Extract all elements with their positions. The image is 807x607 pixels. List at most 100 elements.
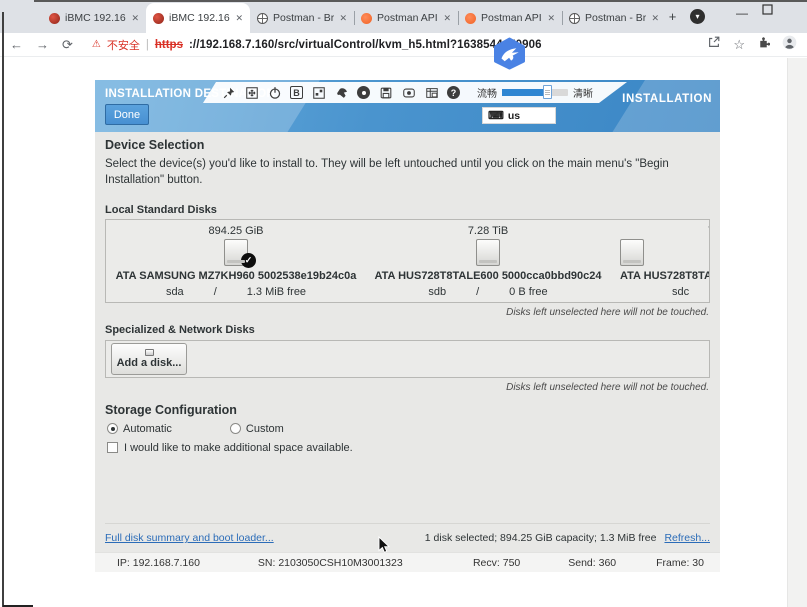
disk-free: 1.3 MiB free: [247, 286, 306, 298]
kvm-toolbar: B: [203, 82, 627, 103]
power-icon[interactable]: [267, 85, 282, 100]
tab-postman-browse-2[interactable]: Postman - Browse ✕: [562, 3, 666, 33]
window-maximize-button[interactable]: [762, 4, 773, 18]
tab-postman-api-2[interactable]: Postman API Platfo ✕: [458, 3, 562, 33]
disk-dev: sdb: [428, 286, 446, 298]
done-button[interactable]: Done: [105, 104, 149, 125]
virtual-cd-icon[interactable]: [357, 86, 370, 99]
device-selection-description: Select the device(s) you'd like to insta…: [105, 157, 703, 189]
back-icon[interactable]: ←: [10, 38, 23, 51]
tab-postman-api-1[interactable]: Postman API Platfo ✕: [354, 3, 458, 33]
tab-label: iBMC 192.168.7.16: [169, 12, 230, 24]
tab-label: Postman API Platfo: [481, 12, 542, 24]
refresh-link[interactable]: Refresh...: [664, 532, 710, 544]
add-disk-label: Add a disk...: [117, 357, 182, 369]
new-tab-button[interactable]: +: [664, 8, 681, 25]
keyboard-b-icon[interactable]: B: [290, 86, 303, 99]
disk-slash: /: [476, 286, 479, 298]
checkbox-icon[interactable]: [107, 442, 118, 453]
disk-name: ATA HUS728T8TALE600 5000cca0bbd90c24: [374, 270, 601, 282]
browser-address-bar: ← → ⟳ ⚠ 不安全 | https://192.168.7.160/src/…: [0, 33, 807, 57]
storage-config-options: Automatic Custom: [107, 423, 710, 435]
disk-free: 0 B free: [509, 286, 548, 298]
security-warning-icon: ⚠: [92, 39, 101, 50]
url-separator: |: [146, 39, 149, 51]
tab-close-icon[interactable]: ✕: [339, 13, 347, 24]
security-warning-label[interactable]: 不安全: [107, 37, 140, 53]
extensions-puzzle-icon[interactable]: [757, 36, 770, 54]
add-disk-icon: [145, 349, 154, 356]
tab-close-icon[interactable]: ✕: [443, 13, 451, 24]
quality-slider-group: 流畅 清晰: [477, 85, 593, 100]
quality-slider[interactable]: [502, 89, 568, 96]
record-icon[interactable]: [401, 85, 416, 100]
tab-close-icon[interactable]: ✕: [131, 13, 139, 24]
selected-check-icon: ✓: [241, 253, 256, 268]
radio-custom[interactable]: Custom: [230, 423, 284, 435]
quality-sharp-label: 清晰: [573, 85, 593, 100]
help-icon[interactable]: ?: [447, 86, 460, 99]
url-text: ://192.168.7.160/src/virtualControl/kvm_…: [189, 39, 542, 51]
window-top-border: [34, 0, 807, 2]
profile-avatar-icon[interactable]: [782, 35, 797, 55]
postman-favicon: [465, 13, 476, 24]
tab-close-icon[interactable]: ✕: [547, 13, 555, 24]
full-disk-summary-link[interactable]: Full disk summary and boot loader...: [105, 532, 274, 544]
mouse-cursor: [378, 536, 391, 559]
tab-postman-browse-1[interactable]: Postman - Browse ✕: [250, 3, 354, 33]
window-left-border: [2, 12, 4, 607]
installer-content: Device Selection Select the device(s) yo…: [95, 132, 720, 552]
floppy-save-icon[interactable]: [378, 85, 393, 100]
radio-custom-label: Custom: [246, 423, 284, 435]
disk-capacity: 7.28 TiB: [468, 225, 508, 237]
specialized-disks-label: Specialized & Network Disks: [105, 324, 710, 336]
tab-label: Postman - Browse: [585, 12, 646, 24]
tab-search-icon[interactable]: ▾: [690, 9, 705, 24]
disk-item-sdc[interactable]: 7 ATA HUS728T8TAL sdc: [614, 225, 710, 302]
share-icon[interactable]: [707, 35, 721, 54]
thunder-bird-logo[interactable]: [491, 37, 528, 75]
unselected-disks-note: Disks left unselected here will not be t…: [105, 307, 709, 318]
selection-summary: 1 disk selected; 894.25 GiB capacity; 1.…: [425, 532, 657, 544]
radio-button-icon[interactable]: [107, 423, 118, 434]
radio-automatic[interactable]: Automatic: [107, 423, 172, 435]
mouse-icon[interactable]: [334, 85, 349, 100]
add-disk-button[interactable]: Add a disk...: [111, 343, 187, 375]
keyboard-layout-value: us: [508, 110, 520, 122]
radio-automatic-label: Automatic: [123, 423, 172, 435]
tab-label: Postman API Platfo: [377, 12, 438, 24]
screenshot-icon[interactable]: [424, 85, 439, 100]
disk-item-sda[interactable]: 894.25 GiB ✓ ATA SAMSUNG MZ7KH960 500253…: [110, 225, 362, 302]
tab-close-icon[interactable]: ✕: [235, 13, 243, 24]
tabs-container: iBMC 192.168.7.16 ✕ iBMC 192.168.7.16 ✕ …: [42, 3, 666, 33]
forward-icon[interactable]: →: [36, 38, 49, 51]
additional-space-option[interactable]: I would like to make additional space av…: [107, 442, 710, 454]
window-minimize-button[interactable]: —: [736, 6, 748, 20]
radio-button-icon[interactable]: [230, 423, 241, 434]
disk-capacity: 7: [708, 225, 710, 237]
installer-header-right-label: INSTALLATION: [622, 93, 712, 105]
postman-favicon: [361, 13, 372, 24]
device-selection-title: Device Selection: [105, 138, 710, 152]
tab-ibmc-2-active[interactable]: iBMC 192.168.7.16 ✕: [146, 3, 250, 33]
tab-close-icon[interactable]: ✕: [651, 13, 659, 24]
macro-grid-icon[interactable]: [311, 85, 326, 100]
page-scrollbar[interactable]: [787, 58, 807, 607]
disk-dev-row: sdb / 0 B free: [428, 286, 547, 298]
url-field[interactable]: ⚠ 不安全 | https://192.168.7.160/src/virtua…: [92, 37, 694, 53]
quality-slider-fill: [502, 89, 543, 96]
reload-icon[interactable]: ⟳: [62, 38, 73, 51]
tab-ibmc-1[interactable]: iBMC 192.168.7.16 ✕: [42, 3, 146, 33]
local-disks-label: Local Standard Disks: [105, 204, 710, 216]
storage-configuration-title: Storage Configuration: [105, 403, 710, 417]
status-send: Send: 360: [568, 557, 616, 569]
fullscreen-icon[interactable]: [244, 85, 259, 100]
bookmark-star-icon[interactable]: ☆: [733, 37, 745, 53]
keyboard-layout-indicator[interactable]: ⌨ us: [482, 107, 556, 124]
installer-header: INSTALLATION DESTINATION INSTALLATION B: [95, 80, 720, 132]
disk-slash: /: [214, 286, 217, 298]
globe-favicon: [569, 13, 580, 24]
pin-icon[interactable]: [221, 85, 236, 100]
disk-item-sdb[interactable]: 7.28 TiB ATA HUS728T8TALE600 5000cca0bbd…: [362, 225, 614, 302]
quality-slider-handle[interactable]: [543, 85, 552, 99]
